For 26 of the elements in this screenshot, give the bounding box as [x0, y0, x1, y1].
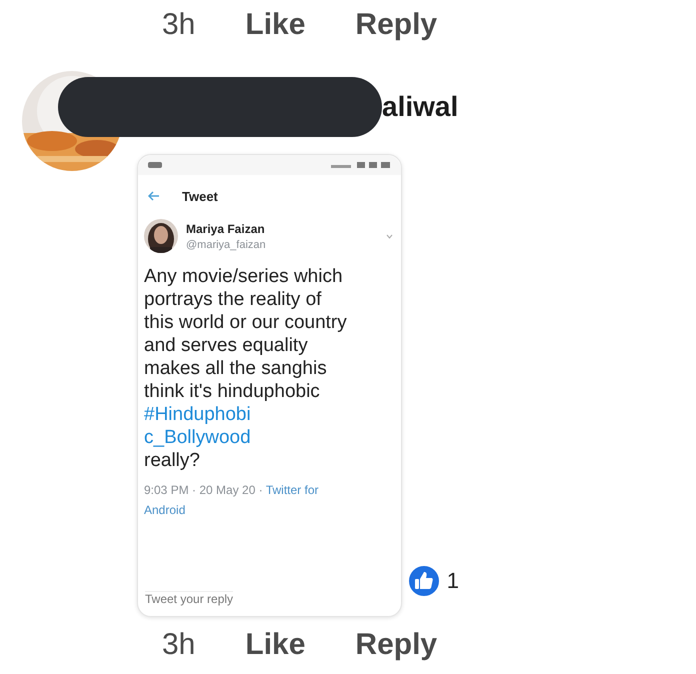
reply-link[interactable]: Reply [355, 8, 438, 42]
tweet-text: this world or our country [144, 311, 348, 334]
tweet-text: portrays the reality of [144, 288, 322, 312]
tweet-metadata: 9:03 PM · 20 May 20 · Twitter for Android [143, 482, 320, 520]
like-link[interactable]: Like [245, 8, 306, 42]
signal-icon [331, 161, 391, 170]
tweet-author: Mariya Faizan [186, 222, 266, 236]
hashtag-link[interactable]: #Hinduphobi [144, 403, 401, 426]
tweet-text: makes all the sanghis [144, 357, 328, 380]
reply-link[interactable]: Reply [355, 628, 438, 662]
hashtag-link[interactable]: c_Bollywood [144, 426, 401, 450]
tweet-handle: @mariya_faizan [186, 238, 267, 251]
chevron-down-icon[interactable] [386, 234, 393, 239]
comment-time: 3h [162, 8, 196, 42]
comment-time: 3h [162, 628, 196, 662]
tweet-text: really? [144, 449, 201, 472]
tweet-text: and serves equality [144, 334, 309, 358]
screen-title: Tweet [182, 188, 218, 204]
tweet-text: think it's hinduphobic [144, 380, 321, 404]
reply-field[interactable]: Tweet your reply [145, 590, 234, 606]
tweet-text: Any movie/series which [144, 265, 344, 288]
thumbs-up-icon [406, 564, 441, 598]
reaction-count: 1 [446, 568, 459, 594]
comment-author[interactable]: aliwal [382, 91, 458, 124]
back-arrow-icon[interactable] [148, 191, 160, 202]
like-link[interactable]: Like [245, 628, 306, 662]
